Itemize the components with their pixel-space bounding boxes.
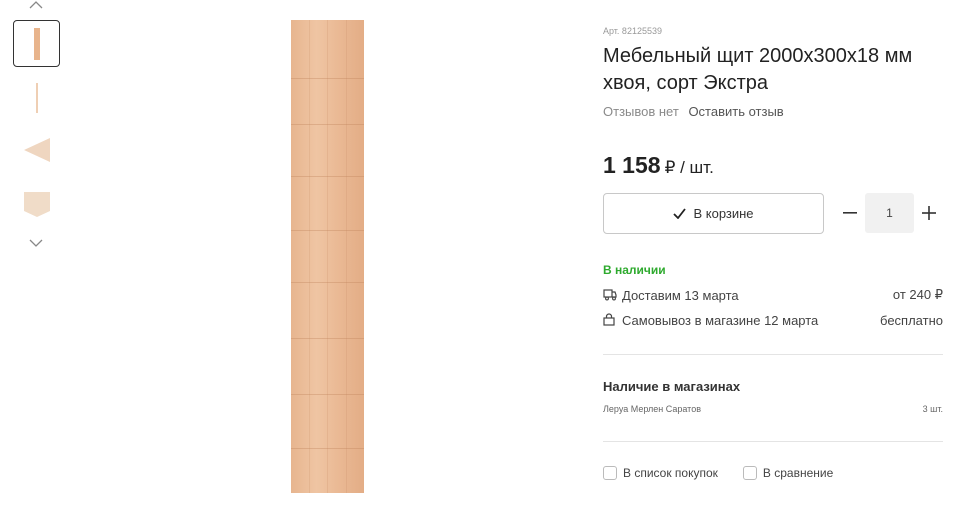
price-amount: 1 158 <box>603 152 661 178</box>
in-cart-button[interactable]: В корзине <box>603 193 824 234</box>
chevron-down-icon[interactable] <box>26 236 46 250</box>
thumbnail-plank-side[interactable] <box>13 74 60 121</box>
thumbnail-plank-front[interactable] <box>13 20 60 67</box>
no-reviews-label: Отзывов нет <box>603 104 679 119</box>
divider <box>603 441 943 442</box>
checkbox-box[interactable] <box>742 466 757 480</box>
delivery-price: от 240 ₽ <box>892 287 943 302</box>
pickup-label: Самовывоз в магазине 12 марта <box>622 312 819 328</box>
in-cart-label: В корзине <box>693 206 754 221</box>
compare-label: В сравнение <box>762 466 834 480</box>
shopping-list-checkbox[interactable]: В список покупок <box>603 466 718 480</box>
store-count: 3 шт. <box>922 404 943 414</box>
divider <box>603 354 943 355</box>
product-page: Арт. 82125539 Мебельный щит 2000x300x18 … <box>0 0 960 512</box>
delivery-label: Доставим 13 марта <box>622 287 739 303</box>
product-title: Мебельный щит 2000x300x18 мм хвоя, сорт … <box>603 45 913 94</box>
shopping-list-label: В список покупок <box>623 466 718 480</box>
truck-icon <box>603 288 617 302</box>
article-number: Арт. 82125539 <box>603 26 662 36</box>
quantity-input[interactable] <box>865 193 914 233</box>
pickup-row: Самовывоз в магазине 12 марта бесплатно <box>603 311 943 329</box>
quantity-decrease-button[interactable] <box>840 201 860 225</box>
price: 1 158 ₽ / шт. <box>603 152 714 179</box>
thumbnail-gallery <box>0 0 72 512</box>
thumbnail-plank-end[interactable] <box>13 180 60 227</box>
thumbnail-plank-edge[interactable] <box>13 126 60 173</box>
bag-icon <box>603 313 617 327</box>
compare-checkbox[interactable]: В сравнение <box>742 466 834 480</box>
product-main-image <box>291 20 364 493</box>
product-actions: В список покупок В сравнение <box>603 466 833 480</box>
leave-review-link[interactable]: Оставить отзыв <box>688 104 783 119</box>
stock-status: В наличии <box>603 263 666 277</box>
reviews-block: Отзывов нет Оставить отзыв <box>603 104 784 119</box>
delivery-row: Доставим 13 марта от 240 ₽ <box>603 286 943 304</box>
quantity-increase-button[interactable] <box>919 201 939 225</box>
stores-availability-title: Наличие в магазинах <box>603 379 741 394</box>
store-row[interactable]: Леруа Мерлен Саратов 3 шт. <box>603 404 943 414</box>
pickup-price: бесплатно <box>880 312 943 328</box>
chevron-up-icon[interactable] <box>26 0 46 12</box>
price-unit: ₽ / шт. <box>664 158 714 177</box>
store-name: Леруа Мерлен Саратов <box>603 404 701 414</box>
checkbox-box[interactable] <box>603 466 617 480</box>
checkmark-icon <box>673 208 687 219</box>
